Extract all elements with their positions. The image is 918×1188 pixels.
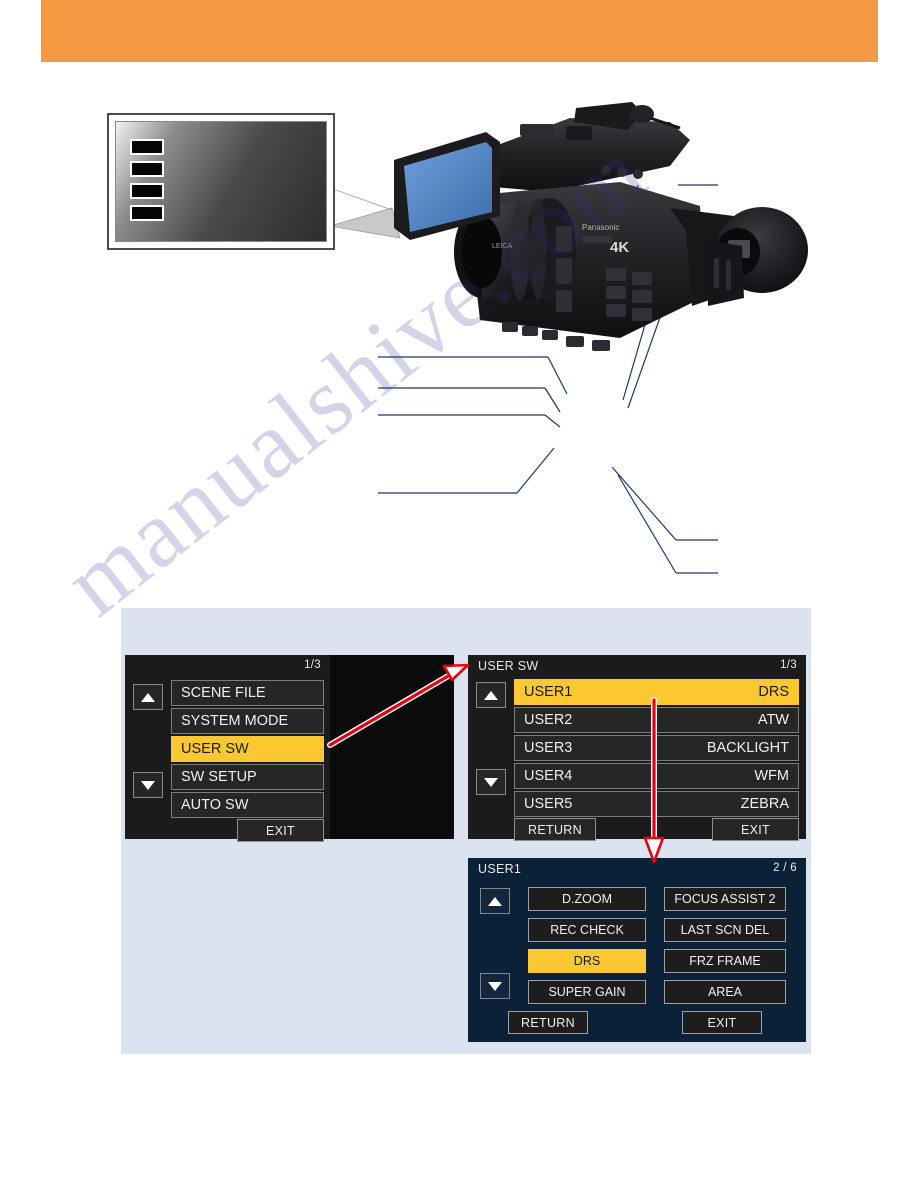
- menu-row-user3[interactable]: USER3 BACKLIGHT: [514, 735, 799, 761]
- menu-row-user1[interactable]: USER1 DRS: [514, 679, 799, 705]
- option-drs[interactable]: DRS: [528, 949, 646, 973]
- menu-item-auto-sw[interactable]: AUTO SW: [171, 792, 324, 818]
- menu-user1-scroll-up-button[interactable]: [480, 888, 510, 914]
- menu-user-sw-scroll-down-button[interactable]: [476, 769, 506, 795]
- row-value: BACKLIGHT: [706, 740, 789, 756]
- menu-item-label: USER SW: [181, 741, 249, 757]
- triangle-down-icon: [488, 981, 502, 991]
- camcorder-photo: LEICA Panasonic 4K: [394, 102, 808, 351]
- menu-row-user2[interactable]: USER2 ATW: [514, 707, 799, 733]
- lcd-closeup-screen: [115, 121, 327, 242]
- option-last-scn-del[interactable]: LAST SCN DEL: [664, 918, 786, 942]
- row-label: USER3: [524, 740, 573, 756]
- menu-top-exit-button[interactable]: EXIT: [237, 819, 324, 842]
- menu-screen-user-sw: USER SW 1/3 USER1 DRS USER2 ATW USER3 BA…: [468, 655, 806, 841]
- menu-top-scroll-up-button[interactable]: [133, 684, 163, 710]
- option-rec-check[interactable]: REC CHECK: [528, 918, 646, 942]
- menu-user-sw-page-indicator: 1/3: [780, 659, 797, 671]
- menu-row-user4[interactable]: USER4 WFM: [514, 763, 799, 789]
- menu-item-scene-file[interactable]: SCENE FILE: [171, 680, 324, 706]
- lcd-closeup-callout: [107, 113, 335, 250]
- menu-item-label: SW SETUP: [181, 769, 257, 785]
- menu-user1-title: USER1: [478, 862, 522, 876]
- leader-line-l4b: [516, 447, 555, 494]
- row-label: USER1: [524, 684, 573, 700]
- menu-user-sw-title: USER SW: [478, 659, 539, 673]
- triangle-up-icon: [141, 692, 155, 702]
- lcd-menu-bar-4: [130, 205, 164, 221]
- menu-user1-page-indicator: 2 / 6: [773, 862, 797, 874]
- row-label: USER4: [524, 768, 573, 784]
- triangle-up-icon: [488, 896, 502, 906]
- menu-user1-return-button[interactable]: RETURN: [508, 1011, 588, 1034]
- brand-text: Panasonic: [582, 223, 619, 232]
- row-value: ATW: [757, 712, 789, 728]
- menu-user1-exit-button[interactable]: EXIT: [682, 1011, 762, 1034]
- menu-top-scroll-down-button[interactable]: [133, 772, 163, 798]
- option-d-zoom[interactable]: D.ZOOM: [528, 887, 646, 911]
- menu-screen-user1-assign: USER1 2 / 6 D.ZOOM REC CHECK DRS SUPER G…: [468, 858, 806, 1042]
- row-value: ZEBRA: [740, 796, 789, 812]
- row-value: WFM: [754, 768, 789, 784]
- menu-row-user5[interactable]: USER5 ZEBRA: [514, 791, 799, 817]
- option-focus-assist-2[interactable]: FOCUS ASSIST 2: [664, 887, 786, 911]
- menu-top-page-indicator: 1/3: [304, 659, 321, 671]
- 4k-badge: 4K: [610, 239, 629, 256]
- menu-item-label: SYSTEM MODE: [181, 713, 289, 729]
- menu-user-sw-exit-button[interactable]: EXIT: [712, 818, 799, 841]
- menu-item-system-mode[interactable]: SYSTEM MODE: [171, 708, 324, 734]
- option-area[interactable]: AREA: [664, 980, 786, 1004]
- leader-line-r5b: [617, 474, 677, 574]
- lcd-menu-bar-3: [130, 183, 164, 199]
- triangle-down-icon: [141, 780, 155, 790]
- menu-user-sw-scroll-up-button[interactable]: [476, 682, 506, 708]
- manual-page: LEICA Panasonic 4K manualshive.com 1/3 S…: [0, 0, 918, 1188]
- row-label: USER2: [524, 712, 573, 728]
- lcd-menu-bar-1: [130, 139, 164, 155]
- menu-top-level-list: 1/3 SCENE FILE SYSTEM MODE USER SW SW SE…: [125, 655, 330, 842]
- triangle-up-icon: [484, 690, 498, 700]
- menu-item-label: SCENE FILE: [181, 685, 266, 701]
- menu-user-sw-return-button[interactable]: RETURN: [514, 818, 596, 841]
- menu-item-label: AUTO SW: [181, 797, 249, 813]
- menu-user1-scroll-down-button[interactable]: [480, 973, 510, 999]
- lens-brand-text: LEICA: [492, 243, 513, 250]
- option-super-gain[interactable]: SUPER GAIN: [528, 980, 646, 1004]
- menu-item-user-sw[interactable]: USER SW: [171, 736, 324, 762]
- option-frz-frame[interactable]: FRZ FRAME: [664, 949, 786, 973]
- triangle-down-icon: [484, 777, 498, 787]
- leader-line-r4b: [611, 466, 677, 541]
- row-label: USER5: [524, 796, 573, 812]
- row-value: DRS: [758, 684, 789, 700]
- menu-item-sw-setup[interactable]: SW SETUP: [171, 764, 324, 790]
- lcd-menu-bar-2: [130, 161, 164, 177]
